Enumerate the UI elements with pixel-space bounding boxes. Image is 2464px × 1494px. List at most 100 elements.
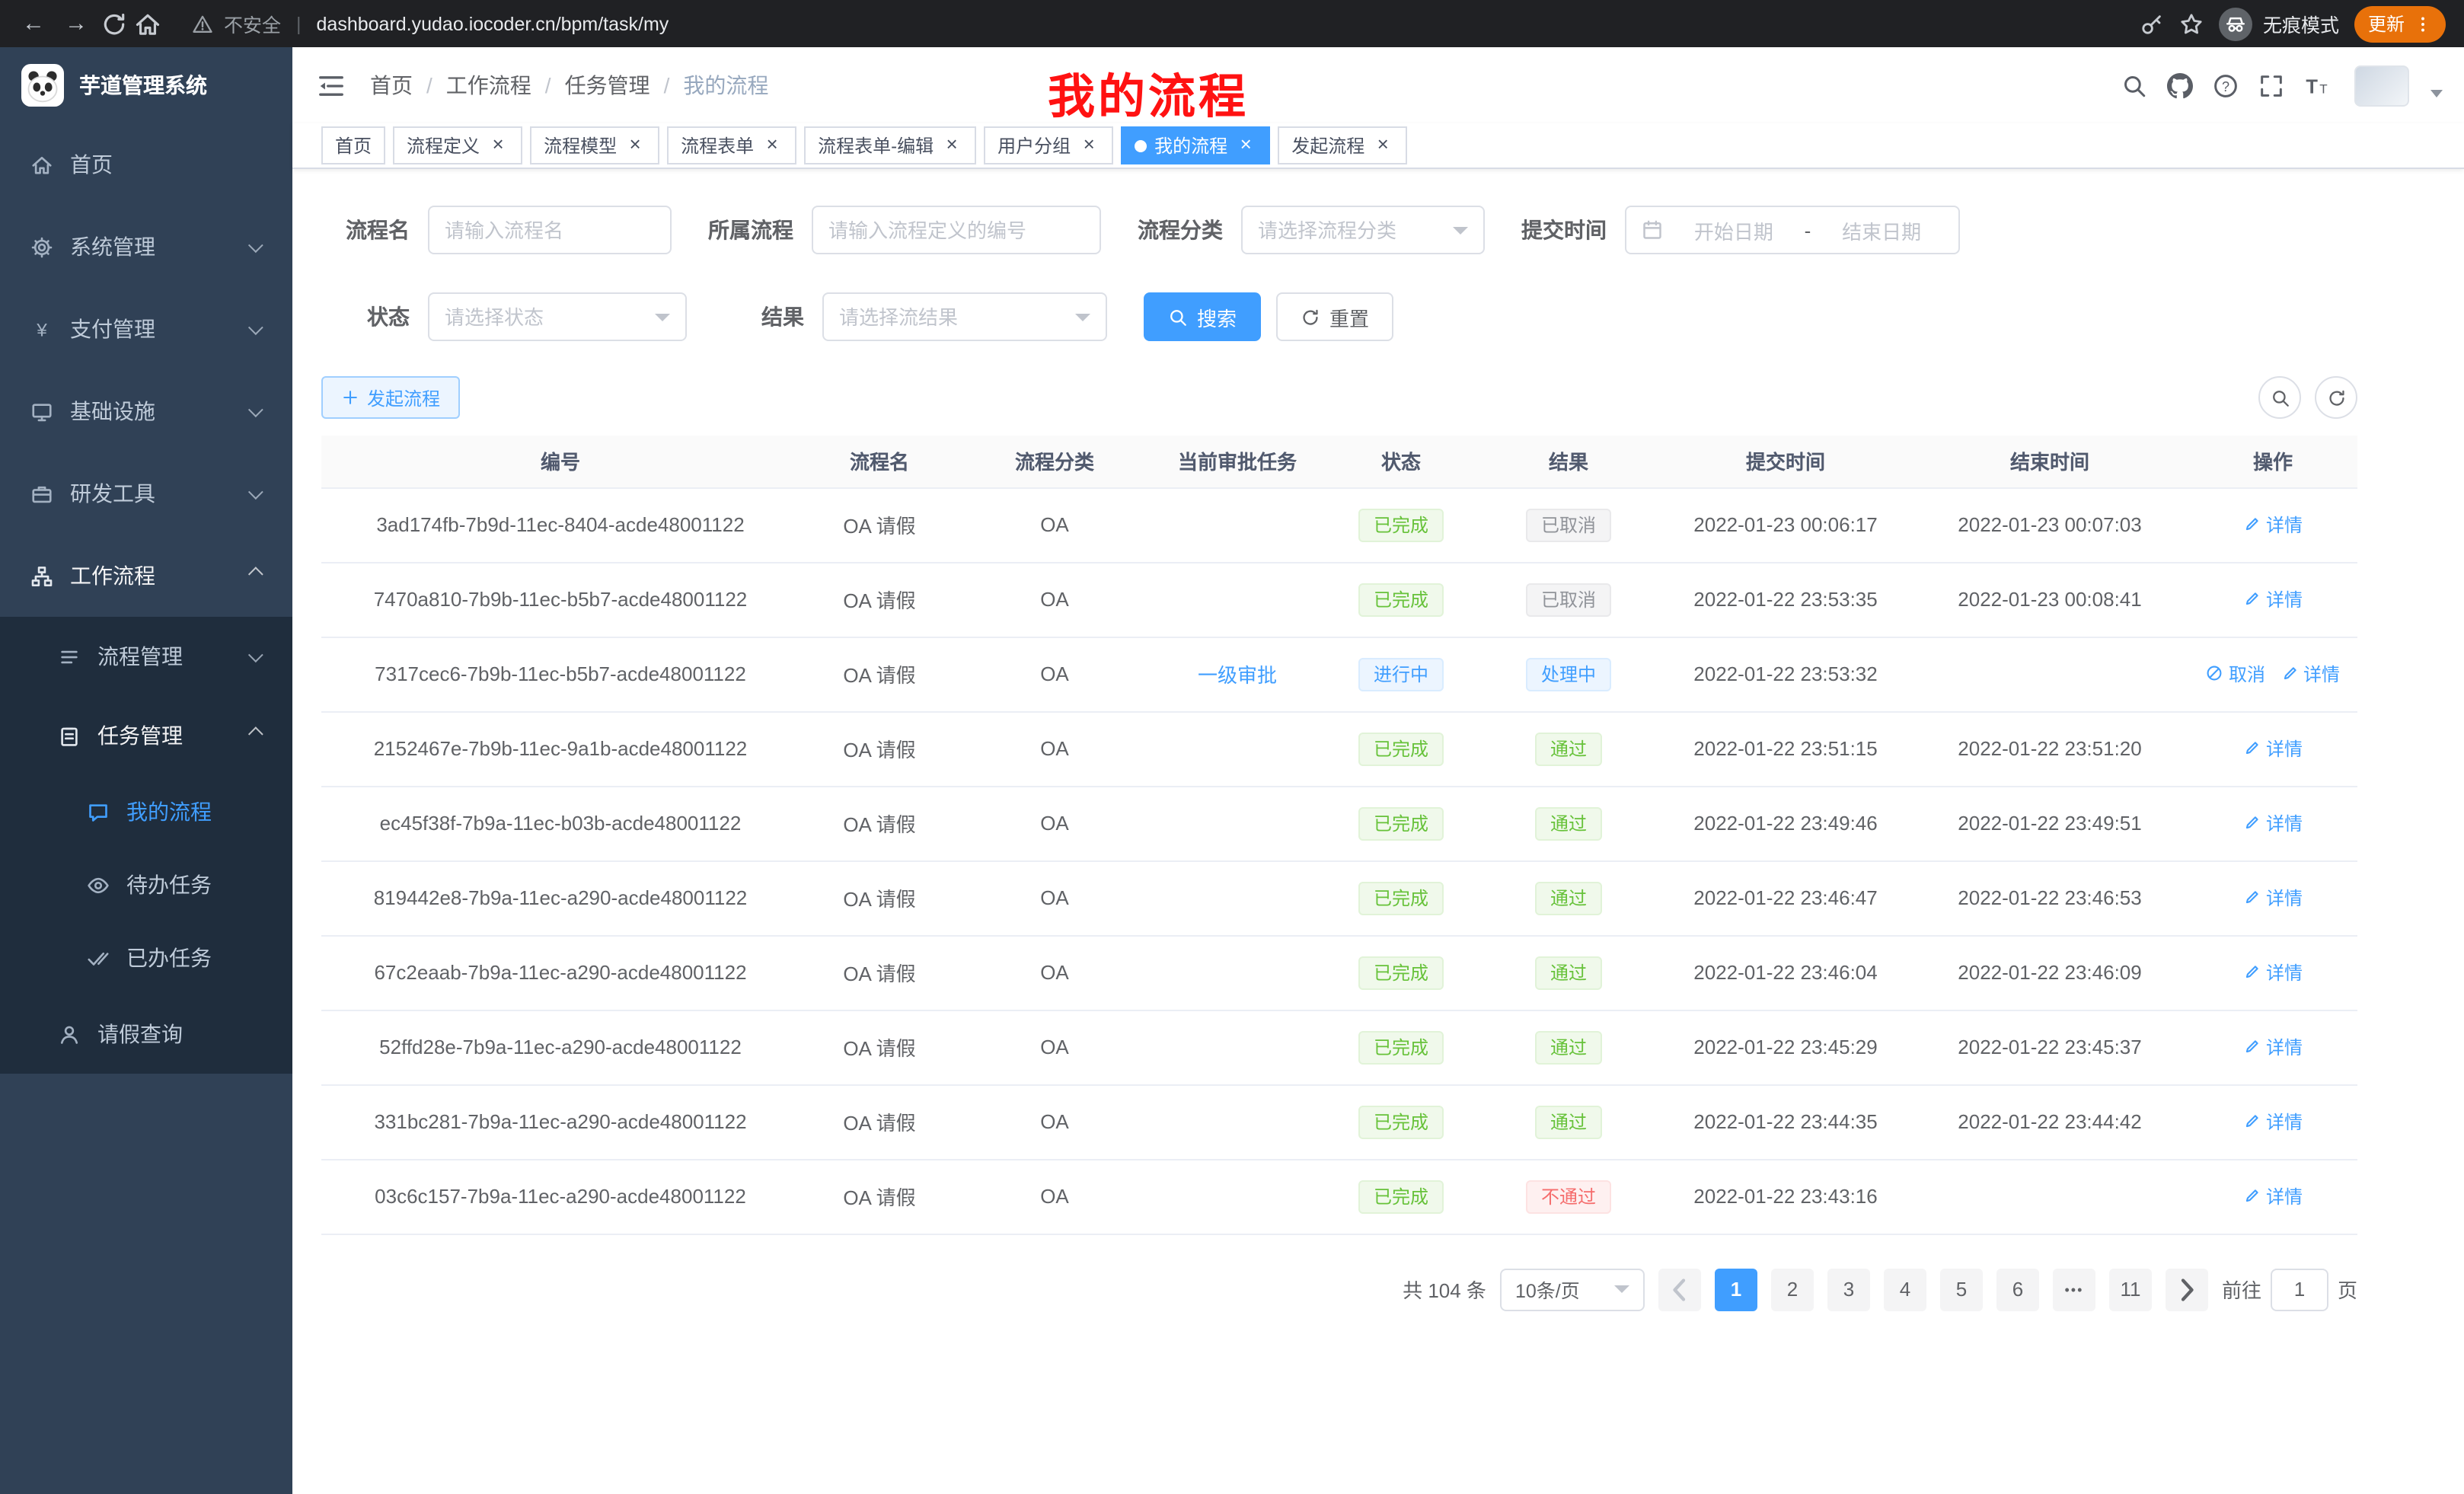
table-row: 7317cec6-7b9b-11ec-b5b7-acde48001122OA 请… [321, 637, 2357, 711]
tab-close-icon[interactable]: × [1235, 135, 1256, 156]
page-button[interactable]: 11 [2109, 1268, 2152, 1310]
sidebar-item-label: 系统管理 [70, 231, 155, 262]
sidebar-item[interactable]: ¥支付管理 [0, 288, 292, 370]
cell-category: OA [959, 487, 1150, 562]
detail-link[interactable]: 详情 [2243, 959, 2303, 985]
search-button[interactable]: 搜索 [1144, 292, 1261, 341]
result-select[interactable] [822, 292, 1107, 341]
edit-icon [2243, 590, 2261, 608]
status-select[interactable] [428, 292, 687, 341]
sidebar-item[interactable]: 请假查询 [0, 994, 292, 1074]
chevron-down-icon [655, 313, 670, 321]
tab[interactable]: 发起流程× [1278, 126, 1407, 164]
sidebar-item[interactable]: 首页 [0, 123, 292, 206]
breadcrumb-item[interactable]: 任务管理 [565, 70, 650, 101]
sidebar-item[interactable]: 已办任务 [0, 921, 292, 994]
detail-link[interactable]: 详情 [2243, 512, 2303, 538]
create-process-button[interactable]: 发起流程 [321, 376, 460, 419]
help-icon[interactable]: ? [2211, 72, 2239, 99]
date-range-picker[interactable]: 开始日期 - 结束日期 [1625, 206, 1960, 254]
password-key-icon[interactable] [2140, 11, 2164, 36]
chevron-down-icon [248, 484, 263, 499]
breadcrumb-item[interactable]: 工作流程 [446, 70, 531, 101]
tab[interactable]: 我的流程× [1121, 126, 1270, 164]
process-name-input[interactable] [428, 206, 672, 254]
refresh-table-button[interactable] [2315, 376, 2357, 419]
page-button[interactable]: 3 [1827, 1268, 1870, 1310]
browser-forward-icon[interactable]: → [58, 7, 94, 40]
cell-current-task [1150, 786, 1325, 860]
browser-back-icon[interactable]: ← [15, 7, 52, 40]
range-separator: - [1805, 219, 1811, 241]
cell-end-time: 2022-01-22 23:45:37 [1911, 1010, 2188, 1084]
chevron-down-icon [1614, 1285, 1629, 1293]
detail-link[interactable]: 详情 [2243, 810, 2303, 836]
sidebar-item[interactable]: 研发工具 [0, 452, 292, 535]
user-avatar[interactable] [2354, 65, 2409, 106]
sidebar-item[interactable]: 待办任务 [0, 848, 292, 921]
next-page-button[interactable] [2166, 1268, 2208, 1310]
end-date-placeholder[interactable]: 结束日期 [1820, 215, 1943, 244]
detail-link[interactable]: 详情 [2243, 885, 2303, 911]
font-size-icon[interactable]: TT [2303, 72, 2330, 99]
tab-close-icon[interactable]: × [941, 135, 962, 156]
detail-link[interactable]: 详情 [2243, 736, 2303, 761]
tab[interactable]: 流程表单-编辑× [804, 126, 976, 164]
hamburger-icon[interactable] [317, 71, 346, 100]
sidebar-item[interactable]: 我的流程 [0, 775, 292, 848]
tab-close-icon[interactable]: × [1372, 135, 1393, 156]
header-search-icon[interactable] [2120, 72, 2147, 99]
toggle-search-button[interactable] [2258, 376, 2301, 419]
sidebar-item-label: 任务管理 [97, 720, 183, 751]
page-size-select[interactable]: 10条/页 [1500, 1268, 1645, 1310]
detail-link[interactable]: 详情 [2243, 1109, 2303, 1135]
category-select[interactable] [1241, 206, 1485, 254]
start-date-placeholder[interactable]: 开始日期 [1672, 215, 1795, 244]
app-logo-row[interactable]: 芋道管理系统 [0, 47, 292, 123]
address-bar[interactable]: 不安全 | dashboard.yudao.iocoder.cn/bpm/tas… [168, 9, 2134, 38]
sidebar-item[interactable]: 任务管理 [0, 696, 292, 775]
page-button[interactable]: 1 [1715, 1268, 1757, 1310]
page-button[interactable]: 5 [1940, 1268, 1983, 1310]
tab[interactable]: 流程定义× [393, 126, 522, 164]
github-icon[interactable] [2166, 72, 2193, 99]
page-button[interactable]: 2 [1771, 1268, 1814, 1310]
browser-refresh-icon[interactable] [101, 10, 128, 37]
sidebar-item[interactable]: 流程管理 [0, 617, 292, 696]
cancel-link[interactable]: 取消 [2206, 661, 2265, 687]
sidebar-item[interactable]: 系统管理 [0, 206, 292, 288]
goto-suffix: 页 [2338, 1275, 2357, 1304]
goto-page-input[interactable] [2271, 1268, 2328, 1310]
page-button[interactable]: 6 [1996, 1268, 2039, 1310]
tab[interactable]: 流程表单× [667, 126, 796, 164]
tab[interactable]: 首页 [321, 126, 385, 164]
breadcrumb-item[interactable]: 首页 [370, 70, 413, 101]
detail-link[interactable]: 详情 [2243, 1034, 2303, 1060]
avatar-caret-icon[interactable] [2430, 89, 2443, 97]
chrome-update-button[interactable]: 更新 [2354, 5, 2446, 42]
sidebar-item[interactable]: 基础设施 [0, 370, 292, 452]
task-link[interactable]: 一级审批 [1198, 664, 1277, 687]
kebab-menu-icon[interactable] [2414, 14, 2432, 33]
detail-link[interactable]: 详情 [2280, 661, 2340, 687]
sidebar-item-label: 我的流程 [126, 796, 212, 827]
prev-page-button[interactable] [1658, 1268, 1701, 1310]
tab-close-icon[interactable]: × [761, 135, 783, 156]
detail-link[interactable]: 详情 [2243, 1183, 2303, 1209]
fullscreen-icon[interactable] [2257, 72, 2284, 99]
reset-button[interactable]: 重置 [1276, 292, 1393, 341]
column-header: 结果 [1477, 436, 1660, 487]
tab[interactable]: 用户分组× [984, 126, 1113, 164]
browser-home-icon[interactable] [134, 10, 161, 37]
tab[interactable]: 流程模型× [530, 126, 659, 164]
more-pages-button[interactable]: ••• [2053, 1268, 2095, 1310]
cell-id: 67c2eaab-7b9a-11ec-a290-acde48001122 [321, 935, 800, 1010]
sidebar-item[interactable]: 工作流程 [0, 535, 292, 617]
detail-link[interactable]: 详情 [2243, 586, 2303, 612]
page-button[interactable]: 4 [1884, 1268, 1926, 1310]
tab-close-icon[interactable]: × [1078, 135, 1100, 156]
bookmark-star-icon[interactable] [2179, 11, 2204, 36]
process-definition-input[interactable] [812, 206, 1101, 254]
tab-close-icon[interactable]: × [487, 135, 509, 156]
tab-close-icon[interactable]: × [624, 135, 646, 156]
